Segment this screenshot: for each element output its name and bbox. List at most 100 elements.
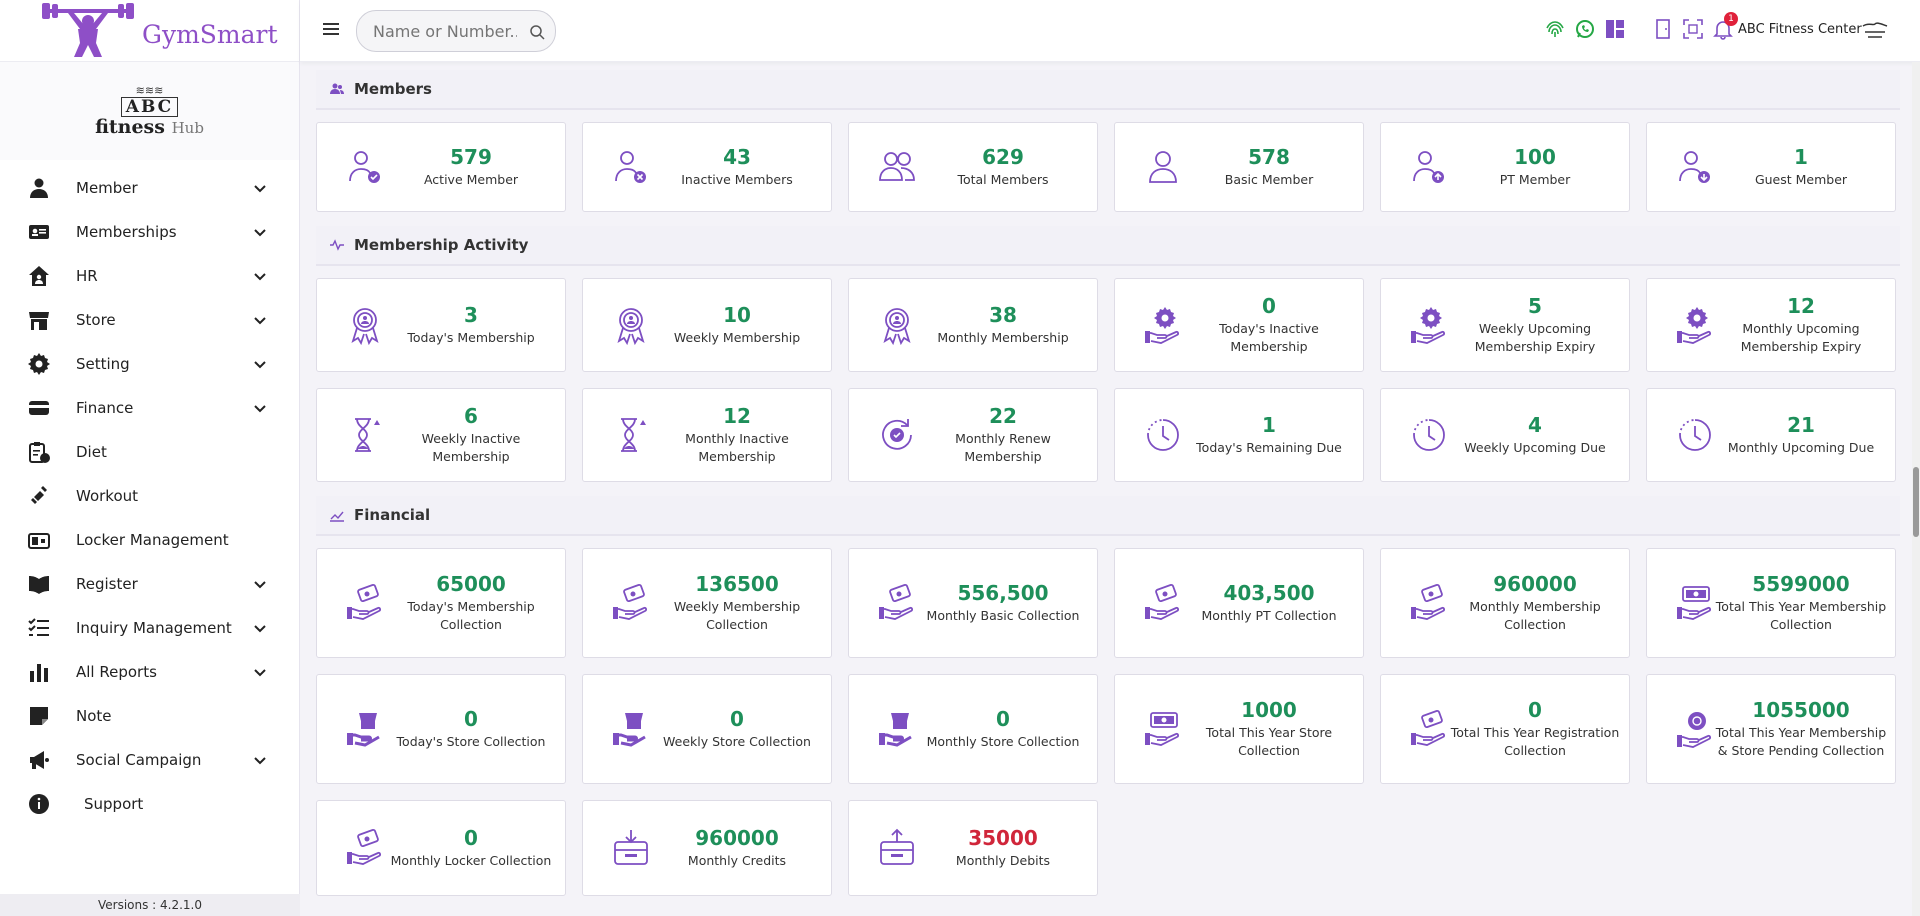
stat-card-total-this-year-store-collection[interactable]: 1000 Total This Year Store Collection <box>1114 674 1364 784</box>
hand-money-icon <box>877 583 917 623</box>
stat-value: 4 <box>1528 413 1542 437</box>
stat-card-monthly-inactive-membership[interactable]: 12 Monthly Inactive Membership <box>582 388 832 482</box>
sidebar: GymSmart ≋≋≋ ABC fitness Hub Member Membe… <box>0 0 300 916</box>
stat-card-guest-member[interactable]: 1 Guest Member <box>1646 122 1896 212</box>
sidebar-item-label: Register <box>76 575 138 593</box>
sidebar-item-label: Workout <box>76 487 139 505</box>
store-icon <box>26 307 52 333</box>
stat-card-monthly-debits[interactable]: 35000 Monthly Debits <box>848 800 1098 896</box>
financial-grid: 65000 Today's Membership Collection 136500… <box>316 548 1900 896</box>
expand-chevron[interactable] <box>253 269 267 283</box>
stat-value: 960000 <box>1493 572 1577 596</box>
sidebar-item-store[interactable]: Store <box>0 298 299 342</box>
center-name[interactable]: ABC Fitness Center <box>1738 22 1862 37</box>
stat-card-monthly-upcoming-membership-expiry[interactable]: 12 Monthly Upcoming Membership Expiry <box>1646 278 1896 372</box>
expand-chevron[interactable] <box>253 621 267 635</box>
stat-card-monthly-locker-collection[interactable]: 0 Monthly Locker Collection <box>316 800 566 896</box>
stat-card-weekly-membership-collection[interactable]: 136500 Weekly Membership Collection <box>582 548 832 658</box>
page-scrollbar[interactable] <box>1912 62 1920 916</box>
expand-chevron[interactable] <box>253 357 267 371</box>
clock-icon <box>1675 415 1715 455</box>
activity-icon <box>330 239 344 251</box>
chevron-down-icon <box>254 361 266 369</box>
center-logo-icon[interactable] <box>1860 20 1890 42</box>
whatsapp-button[interactable] <box>1574 18 1596 40</box>
hand-money-icon <box>345 583 385 623</box>
stat-card-today-s-inactive-membership[interactable]: 0 Today's Inactive Membership <box>1114 278 1364 372</box>
fingerprint-button[interactable] <box>1544 18 1566 40</box>
stat-card-weekly-store-collection[interactable]: 0 Weekly Store Collection <box>582 674 832 784</box>
hand-store-icon <box>345 709 385 749</box>
stat-card-monthly-store-collection[interactable]: 0 Monthly Store Collection <box>848 674 1098 784</box>
qr-scan-button[interactable] <box>1682 18 1704 40</box>
search-icon[interactable] <box>529 24 545 40</box>
stat-label: Total This Year Registration Collection <box>1450 725 1620 758</box>
sidebar-item-finance[interactable]: Finance <box>0 386 299 430</box>
stat-card-weekly-upcoming-due[interactable]: 4 Weekly Upcoming Due <box>1380 388 1630 482</box>
search-input[interactable] <box>357 11 517 51</box>
locker-icon <box>26 527 52 553</box>
sidebar-item-setting[interactable]: Setting <box>0 342 299 386</box>
sidebar-item-note[interactable]: Note <box>0 694 299 738</box>
stat-card-body: 1 Today's Remaining Due <box>1183 413 1363 457</box>
stat-card-weekly-inactive-membership[interactable]: 6 Weekly Inactive Membership <box>316 388 566 482</box>
stat-card-monthly-membership[interactable]: 38 Monthly Membership <box>848 278 1098 372</box>
stat-card-basic-member[interactable]: 578 Basic Member <box>1114 122 1364 212</box>
sidebar-item-social-campaign[interactable]: Social Campaign <box>0 738 299 782</box>
stat-value: 1 <box>1262 413 1276 437</box>
brand-header[interactable]: GymSmart <box>0 0 299 62</box>
scrollbar-thumb[interactable] <box>1913 467 1919 537</box>
stat-label: Total This Year Membership Collection <box>1715 599 1887 632</box>
stat-card-monthly-renew-membership[interactable]: 22 Monthly Renew Membership <box>848 388 1098 482</box>
expand-chevron[interactable] <box>253 181 267 195</box>
stat-card-inactive-members[interactable]: 43 Inactive Members <box>582 122 832 212</box>
sidebar-item-register[interactable]: Register <box>0 562 299 606</box>
stat-card-monthly-credits[interactable]: 960000 Monthly Credits <box>582 800 832 896</box>
badge-icon <box>345 305 385 346</box>
stat-card-body: 136500 Weekly Membership Collection <box>651 572 831 634</box>
stat-value: 12 <box>1787 294 1815 318</box>
stat-label: Basic Member <box>1224 172 1314 187</box>
stat-card-monthly-upcoming-due[interactable]: 21 Monthly Upcoming Due <box>1646 388 1896 482</box>
stat-card-total-this-year-membership-collection[interactable]: 5599000 Total This Year Membership Collec… <box>1646 548 1896 658</box>
sidebar-item-hr[interactable]: HR <box>0 254 299 298</box>
sidebar-item-inquiry-management[interactable]: Inquiry Management <box>0 606 299 650</box>
notification-button[interactable]: 1 <box>1712 12 1738 40</box>
stat-card-active-member[interactable]: 579 Active Member <box>316 122 566 212</box>
stat-card-today-s-store-collection[interactable]: 0 Today's Store Collection <box>316 674 566 784</box>
sidebar-item-workout[interactable]: Workout <box>0 474 299 518</box>
stat-card-body: 960000 Monthly Credits <box>651 826 831 870</box>
expand-chevron[interactable] <box>253 313 267 327</box>
sidebar-item-member[interactable]: Member <box>0 166 299 210</box>
dashboard-layout-button[interactable] <box>1604 18 1626 40</box>
stat-card-weekly-membership[interactable]: 10 Weekly Membership <box>582 278 832 372</box>
sidebar-item-all-reports[interactable]: All Reports <box>0 650 299 694</box>
hand-cash-icon <box>1675 583 1715 623</box>
sidebar-item-support[interactable]: Support <box>0 782 299 826</box>
stat-card-pt-member[interactable]: 100 PT Member <box>1380 122 1630 212</box>
expand-chevron[interactable] <box>253 401 267 415</box>
stat-card-today-s-membership-collection[interactable]: 65000 Today's Membership Collection <box>316 548 566 658</box>
hand-globe-icon <box>1675 709 1715 749</box>
expand-chevron[interactable] <box>253 665 267 679</box>
stat-card-monthly-basic-collection[interactable]: 556,500 Monthly Basic Collection <box>848 548 1098 658</box>
sidebar-item-label: Note <box>76 707 112 725</box>
stat-card-total-this-year-registration-collection[interactable]: 0 Total This Year Registration Collection <box>1380 674 1630 784</box>
stat-card-today-s-membership[interactable]: 3 Today's Membership <box>316 278 566 372</box>
door-button[interactable] <box>1652 18 1674 40</box>
stat-card-monthly-pt-collection[interactable]: 403,500 Monthly PT Collection <box>1114 548 1364 658</box>
stat-card-today-s-remaining-due[interactable]: 1 Today's Remaining Due <box>1114 388 1364 482</box>
expand-chevron[interactable] <box>253 225 267 239</box>
stat-card-weekly-upcoming-membership-expiry[interactable]: 5 Weekly Upcoming Membership Expiry <box>1380 278 1630 372</box>
expand-chevron[interactable] <box>253 577 267 591</box>
stat-card-monthly-membership-collection[interactable]: 960000 Monthly Membership Collection <box>1380 548 1630 658</box>
stat-card-total-this-year-membership-and-store-pending-collection[interactable]: 1055000 Total This Year Membership & Stor… <box>1646 674 1896 784</box>
menu-toggle-button[interactable] <box>322 20 340 38</box>
sidebar-item-locker-management[interactable]: Locker Management <box>0 518 299 562</box>
sidebar-item-label: Diet <box>76 443 107 461</box>
user-down-icon <box>1675 147 1715 187</box>
sidebar-item-memberships[interactable]: Memberships <box>0 210 299 254</box>
expand-chevron[interactable] <box>253 753 267 767</box>
stat-card-total-members[interactable]: 629 Total Members <box>848 122 1098 212</box>
sidebar-item-diet[interactable]: Diet <box>0 430 299 474</box>
